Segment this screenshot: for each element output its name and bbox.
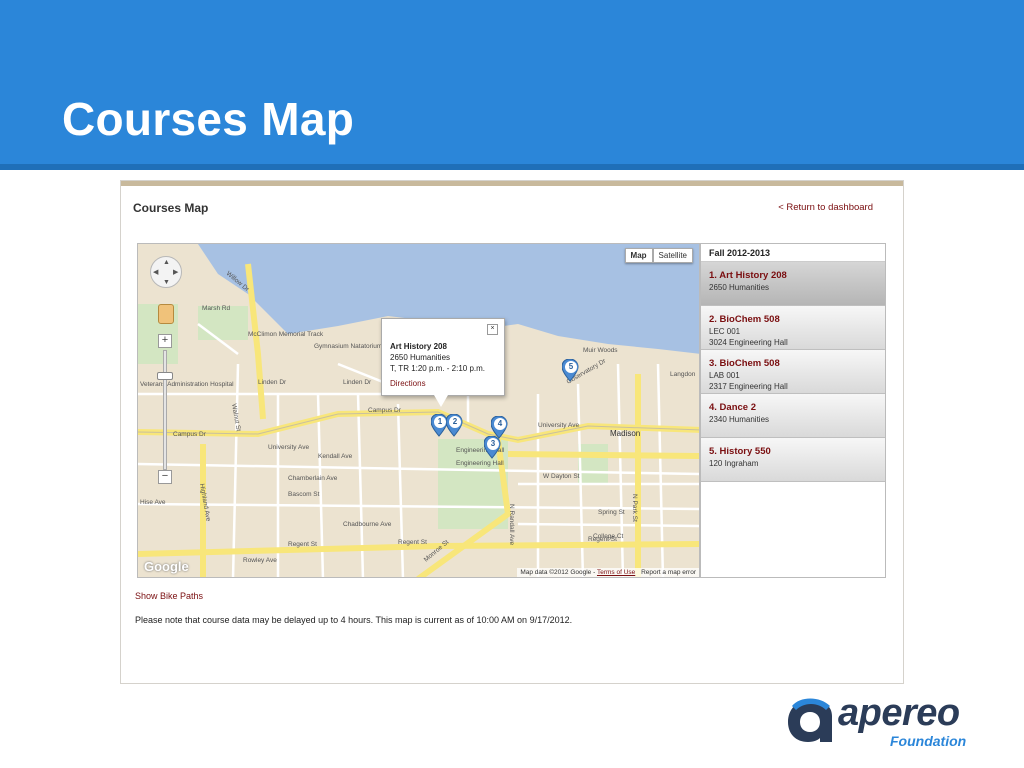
map-label: Langdon <box>670 371 696 378</box>
map-label: Spring St <box>598 509 625 516</box>
course-detail: LEC 001 <box>709 327 741 336</box>
course-detail: LAB 001 <box>709 371 740 380</box>
map-type-control: Map Satellite <box>624 248 693 263</box>
map-type-map-button[interactable]: Map <box>624 248 653 263</box>
course-detail: 2340 Humanities <box>709 415 770 424</box>
map-label: Kendall Ave <box>318 453 353 460</box>
term-header: Fall 2012-2013 <box>701 244 885 262</box>
apereo-wordmark: apereo <box>838 692 960 734</box>
course-list-item[interactable]: 1. Art History 208 2650 Humanities <box>701 262 885 306</box>
map-label: Chamberlain Ave <box>288 475 338 482</box>
page-title: Courses Map <box>133 201 209 215</box>
map-canvas[interactable]: Campus Dr Campus Dr University Ave Unive… <box>138 244 700 578</box>
show-bike-paths-link[interactable]: Show Bike Paths <box>135 591 203 601</box>
map-label: Madison <box>610 429 640 438</box>
slide-header: Courses Map <box>0 0 1024 164</box>
apereo-mark-icon <box>788 698 832 742</box>
google-logo[interactable]: Google <box>144 559 189 574</box>
marker-number: 4 <box>493 417 507 431</box>
pan-control[interactable]: ▲ ▼ ◀ ▶ <box>150 256 182 288</box>
zoom-slider-handle[interactable] <box>157 372 173 380</box>
slide-title: Courses Map <box>62 93 355 145</box>
course-name: 3. BioChem 508 <box>709 358 780 369</box>
page-top-bar <box>121 181 903 186</box>
map-marker-2[interactable]: 2 <box>446 414 464 438</box>
street-view-pegman-icon[interactable] <box>158 304 174 324</box>
zoom-out-button[interactable]: − <box>158 470 172 484</box>
map-label: Muir Woods <box>583 347 618 354</box>
marker-number: 1 <box>433 415 447 429</box>
course-detail: 2650 Humanities <box>709 283 770 292</box>
marker-number: 2 <box>448 415 462 429</box>
directions-link[interactable]: Directions <box>390 379 496 388</box>
pan-right-icon[interactable]: ▶ <box>173 269 178 276</box>
course-list-item[interactable]: 4. Dance 2 2340 Humanities <box>701 394 885 438</box>
course-detail: 120 Ingraham <box>709 459 759 468</box>
course-name: 4. Dance 2 <box>709 402 756 413</box>
map-label: College Ct <box>593 533 624 540</box>
course-list: 1. Art History 208 2650 Humanities 2. BioC… <box>701 262 885 482</box>
map-label: McClimon Memorial Track <box>248 331 324 338</box>
info-window-schedule: T, TR 1:20 p.m. - 2:10 p.m. <box>390 364 485 373</box>
map-label: N Randall Ave <box>508 504 515 545</box>
course-list-item[interactable]: 3. BioChem 508 LAB 001 2317 Engineering Ha… <box>701 350 885 394</box>
data-freshness-note: Please note that course data may be dela… <box>135 615 573 625</box>
course-detail: 2317 Engineering Hall <box>709 382 788 391</box>
map-info-window: × Art History 208 2650 Humanities T, TR … <box>381 318 505 407</box>
map-label: University Ave <box>268 444 309 451</box>
course-name: 1. Art History 208 <box>709 270 787 281</box>
map-label: Linden Dr <box>258 379 287 386</box>
zoom-in-button[interactable]: + <box>158 334 172 348</box>
map-marker-5[interactable]: 5 <box>562 359 580 383</box>
course-name: 5. History 550 <box>709 446 771 457</box>
info-window-location: 2650 Humanities <box>390 353 451 362</box>
marker-number: 5 <box>564 360 578 374</box>
map-label: Regent St <box>398 539 427 546</box>
info-window-pointer <box>434 395 448 407</box>
map-label: Campus Dr <box>368 407 402 414</box>
course-list-item[interactable]: 5. History 550 120 Ingraham <box>701 438 885 482</box>
map-label: Bascom St <box>288 491 320 498</box>
map-label: Veterans Administration Hospital <box>140 381 234 388</box>
map-label: Hise Ave <box>140 499 166 506</box>
map-label: Linden Dr <box>343 379 372 386</box>
pan-left-icon[interactable]: ◀ <box>153 269 158 276</box>
report-map-error-link[interactable]: Report a map error <box>641 569 696 576</box>
course-detail: 3024 Engineering Hall <box>709 338 788 347</box>
map-label: University Ave <box>538 422 579 429</box>
courses-map-screenshot: Courses Map < Return to dashboard Campus… <box>120 180 904 684</box>
apereo-foundation-label: Foundation <box>890 733 967 749</box>
pan-up-icon[interactable]: ▲ <box>163 259 170 266</box>
map-data-credit: Map data ©2012 Google - <box>520 569 596 576</box>
apereo-logo: apereo Foundation <box>786 690 1002 752</box>
info-window-title: Art History 208 <box>390 342 447 351</box>
map-label: Campus Dr <box>173 431 207 438</box>
map-label: Chadbourne Ave <box>343 521 392 528</box>
map-label: Regent St <box>288 541 317 548</box>
close-icon[interactable]: × <box>487 324 498 335</box>
slide-header-rule <box>0 164 1024 170</box>
map-label: W Dayton St <box>543 473 580 480</box>
course-map[interactable]: Campus Dr Campus Dr University Ave Unive… <box>137 243 700 578</box>
pan-down-icon[interactable]: ▼ <box>163 279 170 286</box>
course-list-panel: Fall 2012-2013 1. Art History 208 2650 Hu… <box>700 243 886 578</box>
course-name: 2. BioChem 508 <box>709 314 780 325</box>
map-marker-4[interactable]: 4 <box>491 416 509 440</box>
map-label: Engineering Hall <box>456 460 504 467</box>
zoom-slider-track[interactable] <box>163 350 167 470</box>
map-attribution: Map data ©2012 Google - Terms of Use Rep… <box>517 568 699 577</box>
map-label: N Park St <box>631 494 638 522</box>
course-list-item[interactable]: 2. BioChem 508 LEC 001 3024 Engineering Ha… <box>701 306 885 350</box>
map-label: Gymnasium Natatorium <box>314 343 382 350</box>
map-type-satellite-button[interactable]: Satellite <box>652 248 693 263</box>
map-label: Marsh Rd <box>202 305 231 312</box>
terms-of-use-link[interactable]: Terms of Use <box>597 569 635 576</box>
return-to-dashboard-link[interactable]: < Return to dashboard <box>778 202 873 213</box>
map-label: Rowley Ave <box>243 557 277 564</box>
